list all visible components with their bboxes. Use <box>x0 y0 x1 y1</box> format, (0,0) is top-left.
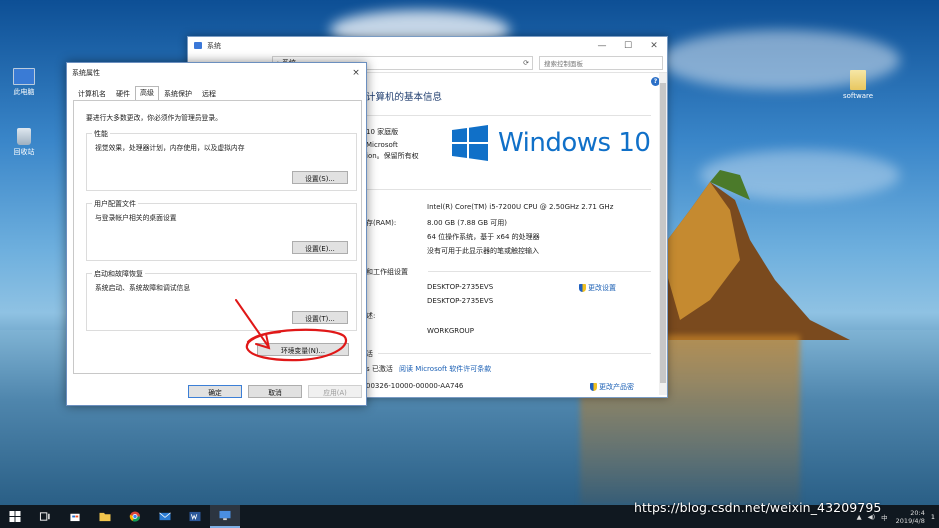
dialog-titlebar[interactable]: 系统属性 × <box>67 63 366 82</box>
performance-label: 性能 <box>92 129 110 139</box>
notification-badge[interactable]: 1 <box>931 513 935 521</box>
user-profiles-group: 用户配置文件 与登录帐户相关的桌面设置 设置(E)... <box>86 199 357 261</box>
taskbar-control-panel[interactable] <box>210 505 240 528</box>
clock-date: 2019/4/8 <box>895 516 925 525</box>
performance-settings-button[interactable]: 设置(S)... <box>292 171 348 184</box>
processor-value: Intel(R) Core(TM) i5-7200U CPU @ 2.50GHz… <box>427 203 614 211</box>
ram-value: 8.00 GB (7.88 GB 可用) <box>427 219 507 227</box>
copyright-text: Microsoft <box>366 141 398 149</box>
desktop-icon-this-pc[interactable]: 此电脑 <box>2 68 46 97</box>
change-settings-label: 更改设置 <box>588 284 616 292</box>
control-panel-icon <box>194 42 202 49</box>
tab-strip: 计算机名 硬件 高级 系统保护 远程 <box>73 86 221 101</box>
windows-logo-text: Windows 10 <box>498 128 651 158</box>
taskbar-mail[interactable] <box>150 505 180 528</box>
desktop-icon-recycle-bin[interactable]: 回收站 <box>2 128 46 157</box>
copyright-text: ion。保留所有权 <box>366 152 419 160</box>
taskbar-word[interactable] <box>180 505 210 528</box>
mail-icon <box>159 512 171 521</box>
window-title: 系统 <box>207 41 221 50</box>
activation-status: s 已激活 <box>366 365 393 373</box>
taskbar-store[interactable] <box>60 505 90 528</box>
change-product-key-link[interactable]: 更改产品密 <box>590 382 634 392</box>
admin-notice: 要进行大多数更改，你必须作为管理员登录。 <box>86 114 222 122</box>
input-method-indicator[interactable]: 中 <box>881 512 888 522</box>
startup-recovery-settings-button[interactable]: 设置(T)... <box>292 311 348 324</box>
file-icon <box>850 70 866 90</box>
ok-button[interactable]: 确定 <box>188 385 242 398</box>
desktop-icon-label: 回收站 <box>13 148 35 156</box>
folder-icon <box>99 512 111 522</box>
system-properties-dialog: 系统属性 × 计算机名 硬件 高级 系统保护 远程 要进行大多数更改，你必须作为… <box>66 62 367 406</box>
change-key-label: 更改产品密 <box>599 383 634 391</box>
windows-logo-icon <box>452 125 488 161</box>
search-input[interactable]: 搜索控制面板 <box>539 56 663 70</box>
task-view-icon <box>39 512 50 521</box>
maximize-button[interactable]: ☐ <box>615 41 641 51</box>
system-type-value: 64 位操作系统，基于 x64 的处理器 <box>427 233 540 241</box>
tab-system-protection[interactable]: 系统保护 <box>159 87 197 101</box>
product-id-value: 00326-10000-00000-AA746 <box>366 382 464 390</box>
refresh-icon[interactable]: ⟳ <box>520 59 532 67</box>
page-title: 计算机的基本信息 <box>366 92 443 103</box>
word-icon <box>189 511 201 522</box>
desktop-icon-software[interactable]: software <box>836 70 880 100</box>
computer-name-value: DESKTOP-2735EVS <box>427 283 494 291</box>
taskbar-chrome[interactable] <box>120 505 150 528</box>
apply-button[interactable]: 应用(A) <box>308 385 362 398</box>
clock[interactable]: 20:4 2019/4/8 <box>896 509 925 525</box>
windows-edition: 10 家庭版 <box>366 128 399 136</box>
advanced-tab-panel: 要进行大多数更改，你必须作为管理员登录。 性能 视觉效果，处理器计划，内存使用，… <box>73 100 362 374</box>
start-button[interactable] <box>0 505 30 528</box>
license-terms-link[interactable]: 阅读 Microsoft 软件许可条款 <box>399 364 491 374</box>
full-computer-name-value: DESKTOP-2735EVS <box>427 297 494 305</box>
user-profiles-label: 用户配置文件 <box>92 199 138 209</box>
control-panel-icon <box>219 510 231 521</box>
search-placeholder: 搜索控制面板 <box>544 60 583 68</box>
section-heading-computer-name: 和工作组设置 <box>366 268 408 276</box>
tab-computer-name[interactable]: 计算机名 <box>73 87 111 101</box>
startup-recovery-label: 启动和故障恢复 <box>92 269 145 279</box>
performance-group: 性能 视觉效果，处理器计划，内存使用，以及虚拟内存 设置(S)... <box>86 129 357 191</box>
ram-label: 存(RAM): <box>366 219 397 227</box>
performance-desc: 视觉效果，处理器计划，内存使用，以及虚拟内存 <box>95 144 245 152</box>
clock-time: 20:4 <box>910 508 925 517</box>
description-label: 述: <box>366 312 376 320</box>
workgroup-value: WORKGROUP <box>427 327 475 335</box>
user-profiles-desc: 与登录帐户相关的桌面设置 <box>95 214 177 222</box>
cancel-button[interactable]: 取消 <box>248 385 302 398</box>
windows-start-icon <box>9 511 21 522</box>
system-window-titlebar[interactable]: 系统 — ☐ ✕ <box>188 37 667 54</box>
tab-remote[interactable]: 远程 <box>197 87 221 101</box>
vertical-scrollbar[interactable] <box>659 73 667 395</box>
pen-touch-value: 没有可用于此显示器的笔或触控输入 <box>427 247 539 255</box>
task-view-button[interactable] <box>30 505 60 528</box>
tab-hardware[interactable]: 硬件 <box>111 87 135 101</box>
user-profiles-settings-button[interactable]: 设置(E)... <box>292 241 348 254</box>
watermark-text: https://blog.csdn.net/weixin_43209795 <box>634 500 882 515</box>
tab-advanced[interactable]: 高级 <box>135 86 159 100</box>
section-heading-activation: 活 <box>366 350 373 358</box>
recycle-bin-icon <box>17 128 31 145</box>
close-button[interactable]: ✕ <box>641 41 667 51</box>
taskbar-file-explorer[interactable] <box>90 505 120 528</box>
shield-icon <box>579 284 586 292</box>
desktop-icon-label: 此电脑 <box>13 88 35 96</box>
shield-icon <box>590 383 597 391</box>
computer-icon <box>13 68 35 85</box>
desktop-icon-label: software <box>842 92 874 100</box>
minimize-button[interactable]: — <box>589 41 615 51</box>
store-icon <box>70 513 80 522</box>
chrome-icon <box>129 511 141 522</box>
dialog-title: 系统属性 <box>72 68 100 77</box>
close-icon[interactable]: × <box>346 68 366 78</box>
startup-recovery-desc: 系统启动、系统故障和调试信息 <box>95 284 191 292</box>
change-settings-link[interactable]: 更改设置 <box>579 283 616 293</box>
startup-recovery-group: 启动和故障恢复 系统启动、系统故障和调试信息 设置(T)... <box>86 269 357 331</box>
environment-variables-button[interactable]: 环境变量(N)... <box>257 343 349 356</box>
